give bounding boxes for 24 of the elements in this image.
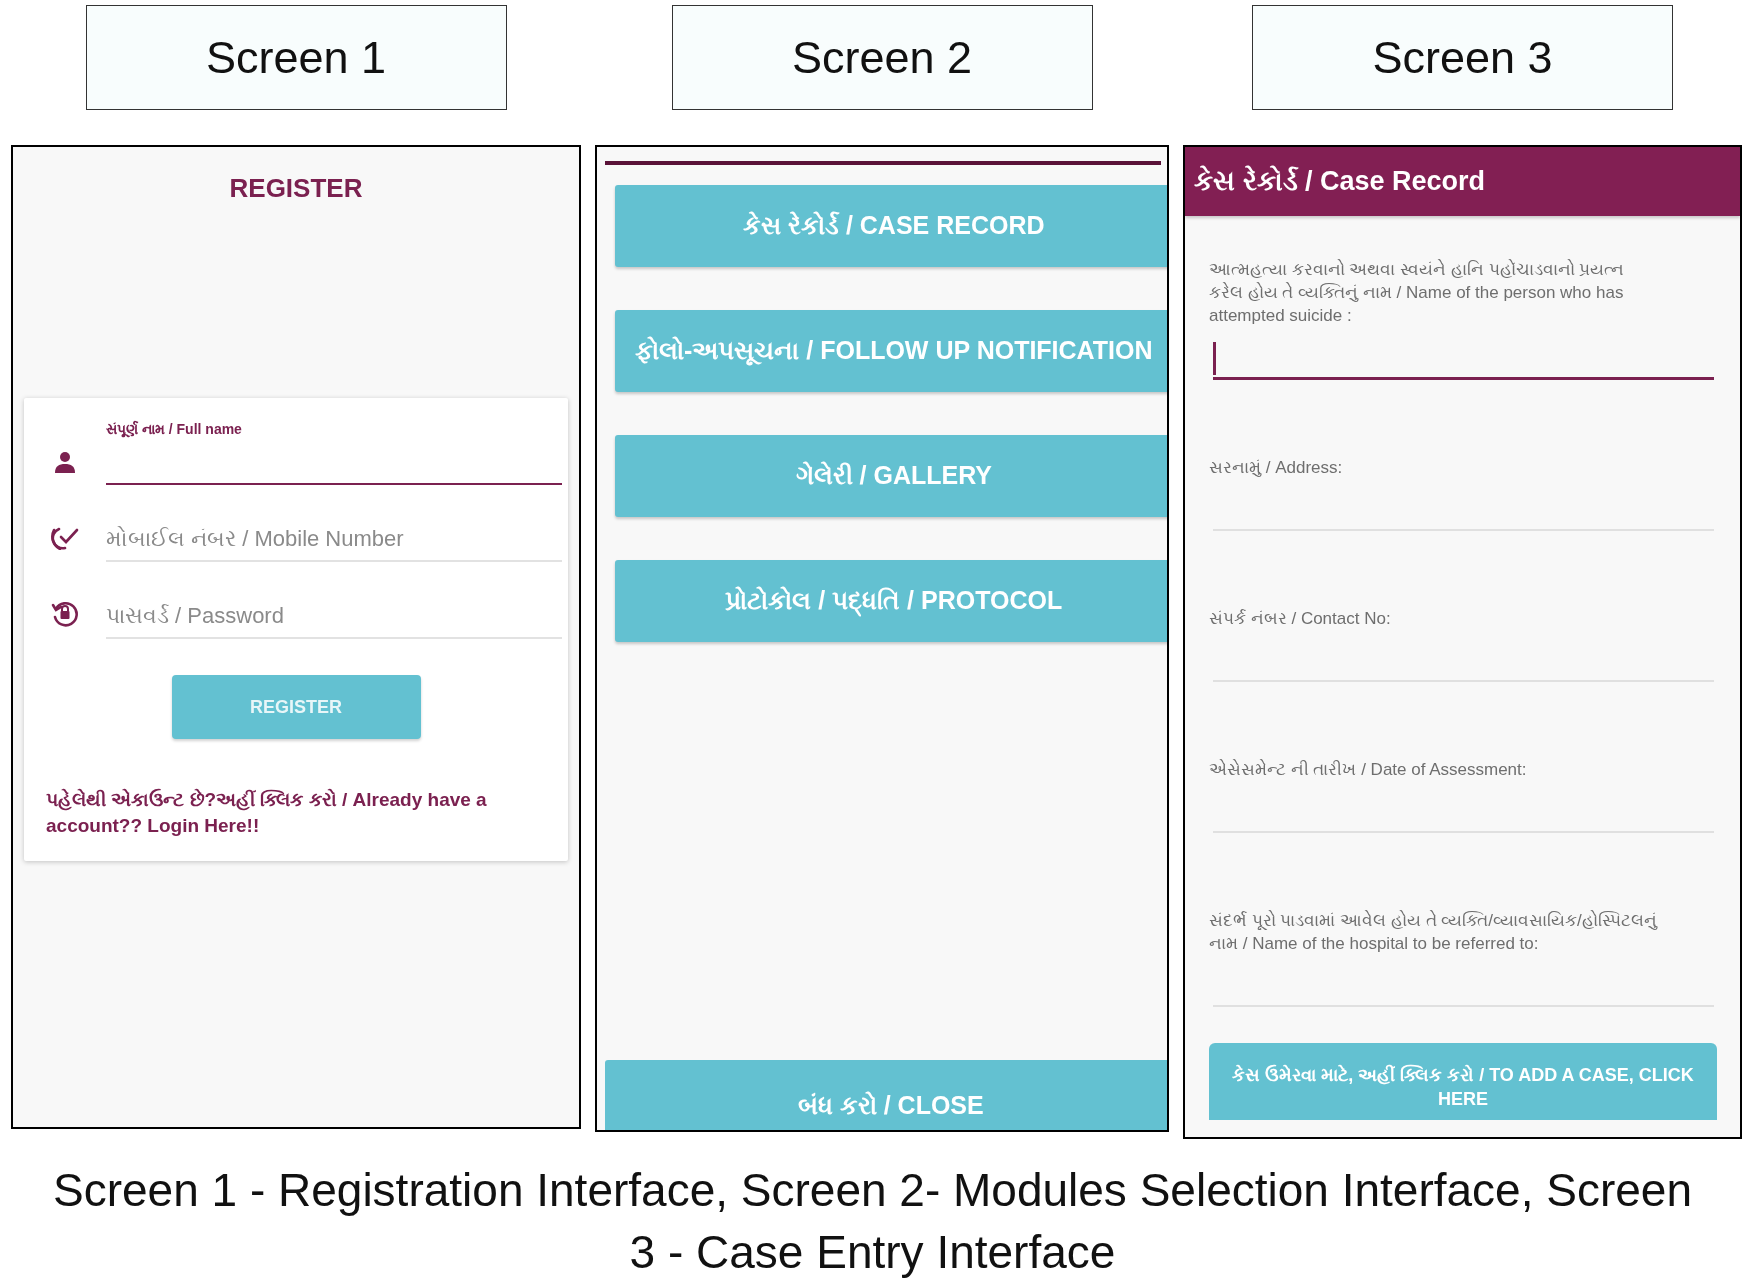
person-icon: [54, 451, 76, 473]
field-label: એસેસમેન્ટ ની તારીખ / Date of Assessment:: [1209, 758, 1528, 781]
screen-title: REGISTER: [229, 172, 363, 205]
field-label: સંપર્ક નંબર / Contact No:: [1209, 608, 1392, 630]
screen-label: Screen 3: [1252, 5, 1673, 110]
screen-title: કેસ રેકોર્ડ / Case Record: [1194, 164, 1486, 199]
menu-button[interactable]: ગેલેરી / GALLERY: [615, 435, 1167, 517]
add-case-button[interactable]: કેસ ઉમેરવા માટે, અહીં ક્લિક કરો / TO ADD A CASE, CLICK HERE: [1209, 1043, 1717, 1120]
menu-button[interactable]: કેસ રેકોર્ડ / CASE RECORD: [615, 185, 1167, 267]
field-label: સરનામું / Address:: [1209, 457, 1344, 479]
field-label: સંદર્ભ પૂરો પાડવામાં આવેલ હોય તે વ્યક્તિ/વ્યાવસાયિક/હોસ્પિટલનું નામ / Name of the hospital to be referred to:: [1209, 909, 1659, 955]
field-label: સંપૂર્ણ નામ / Full name: [106, 420, 243, 438]
menu-button[interactable]: પ્રોટોકોલ / પદ્ધતિ / PROTOCOL: [615, 560, 1167, 642]
screen-label: Screen 2: [671, 5, 1093, 110]
register-button[interactable]: REGISTER: [171, 675, 421, 739]
lock-arrow-icon: [51, 599, 79, 627]
check-arc-icon: [51, 526, 79, 550]
text-cursor-icon: [1213, 342, 1216, 375]
close-button[interactable]: બંધ કરો / CLOSE: [605, 1060, 1167, 1130]
login-link[interactable]: પહેલેથી એકાઉન્ટ છે?અહીં ક્લિક કરો / Already have a account?? Login Here!!: [46, 787, 516, 839]
figure-caption: Screen 1 - Registration Interface, Screen 2- Modules Selection Interface, Screen 3 - Case Entry Interface: [52, 1163, 1693, 1280]
menu-button[interactable]: ફોલો-અપસૂચના / FOLLOW UP NOTIFICATION: [615, 310, 1167, 392]
screen-label: Screen 1: [85, 5, 507, 110]
field-label: આત્મહત્યા કરવાનો અથવા સ્વયંને હાનિ પહોંચાડવાનો પ્રયત્ન કરેલ હોય તે વ્યક્તિનું નામ / Name of the person who has attempted suicide :: [1209, 258, 1626, 327]
